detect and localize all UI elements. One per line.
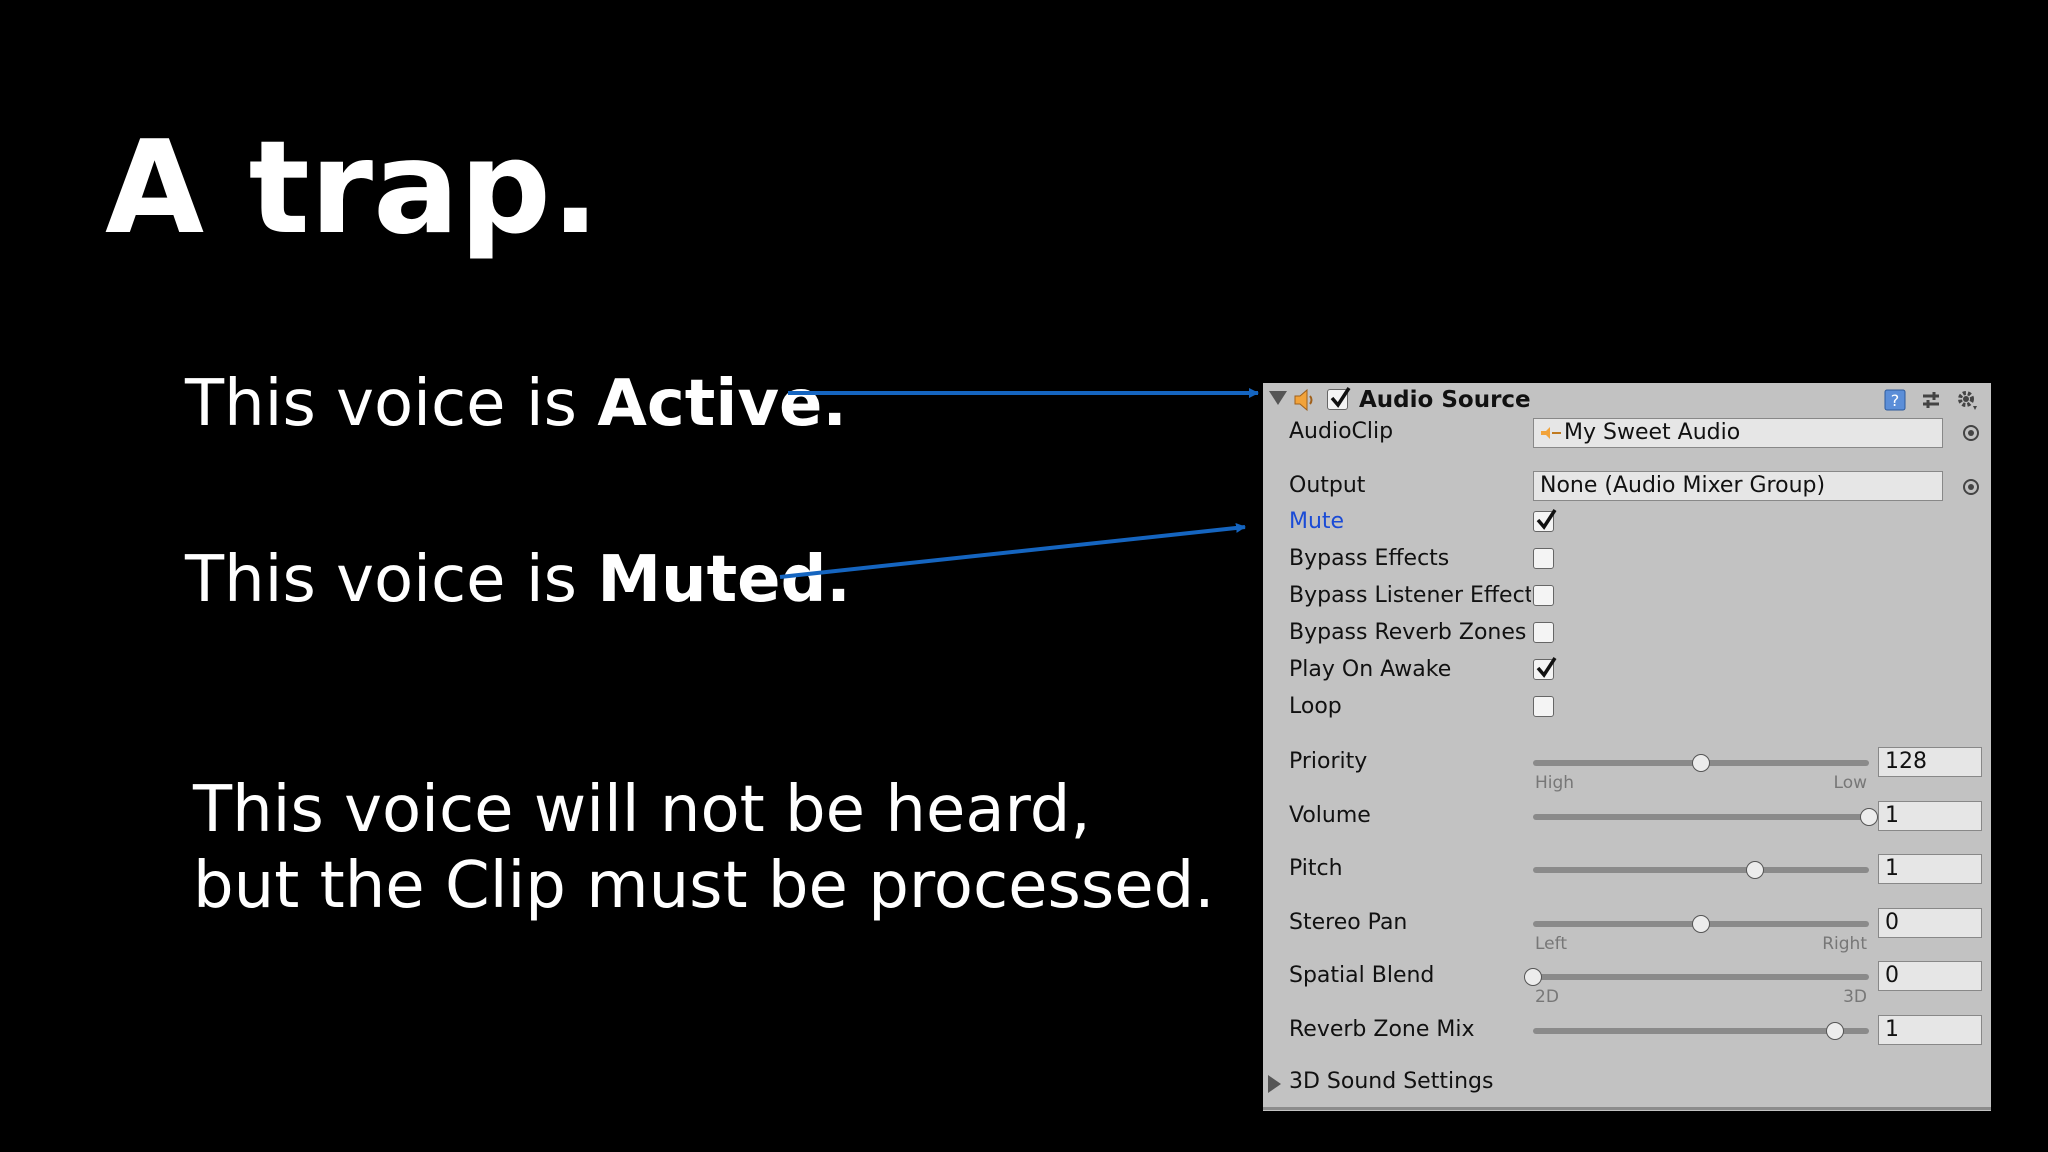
audioclip-value: My Sweet Audio [1564,420,1741,445]
pitch-label: Pitch [1289,856,1343,881]
loop-checkbox[interactable] [1533,696,1554,717]
stereo-pan-label: Stereo Pan [1289,910,1408,935]
output-label: Output [1289,473,1366,498]
help-book-icon[interactable]: ? [1883,388,1907,412]
speaker-icon [1294,388,1313,412]
priority-min-label: High [1535,773,1575,793]
spatial-blend-max-label: 3D [1843,987,1867,1007]
component-header: Audio Source ? [1263,383,1991,417]
checkmark-icon [1330,387,1351,408]
component-title: Audio Source [1359,387,1531,413]
sound-3d-settings-foldout[interactable]: 3D Sound Settings [1289,1069,1493,1094]
mute-checkbox[interactable] [1533,509,1557,532]
mute-label: Mute [1289,509,1345,534]
pitch-slider-track[interactable] [1533,867,1869,873]
audioclip-label: AudioClip [1289,419,1394,444]
preset-icon[interactable] [1919,388,1943,412]
panel-bottom-border [1263,1107,1991,1110]
bypass-reverb-zones-label: Bypass Reverb Zones [1289,620,1527,645]
pitch-slider-thumb[interactable] [1745,861,1764,879]
play-on-awake-label: Play On Awake [1289,657,1452,682]
reverb-zone-mix-slider-track[interactable] [1533,1028,1869,1034]
svg-text:?: ? [1891,391,1900,410]
spatial-blend-min-label: 2D [1535,987,1559,1007]
audio-clip-icon [1541,427,1561,439]
output-picker-icon[interactable] [1963,479,1979,495]
spatial-blend-slider-thumb[interactable] [1524,968,1542,986]
audioclip-picker-icon[interactable] [1963,425,1979,441]
stereo-pan-min-label: Left [1535,934,1567,954]
stereo-pan-value-field[interactable]: 0 [1878,908,1982,938]
spatial-blend-label: Spatial Blend [1289,963,1435,988]
stereo-pan-max-label: Right [1822,934,1867,954]
foldout-arrow-icon[interactable] [1268,1075,1281,1093]
bypass-effects-label: Bypass Effects [1289,546,1450,571]
spatial-blend-value-field[interactable]: 0 [1878,961,1982,991]
play-on-awake-checkbox[interactable] [1533,657,1557,680]
priority-slider-thumb[interactable] [1692,754,1710,772]
reverb-zone-mix-slider-thumb[interactable] [1826,1022,1845,1040]
priority-value-field[interactable]: 128 [1878,747,1982,777]
audioclip-field[interactable]: My Sweet Audio [1533,418,1943,448]
gear-icon[interactable] [1955,388,1979,412]
checkmark-icon [1536,657,1557,678]
bypass-listener-effects-label: Bypass Listener Effects [1289,583,1531,608]
volume-slider-thumb[interactable] [1860,808,1878,826]
priority-label: Priority [1289,749,1368,774]
audio-source-inspector: Audio Source ? AudioClip My Sweet Audio Ou… [1263,383,1991,1111]
bypass-effects-checkbox[interactable] [1533,548,1554,569]
pitch-value-field[interactable]: 1 [1878,854,1982,884]
reverb-zone-mix-label: Reverb Zone Mix [1289,1017,1475,1042]
priority-max-label: Low [1833,773,1867,793]
checkmark-icon [1536,509,1557,530]
reverb-zone-mix-value-field[interactable]: 1 [1878,1015,1982,1045]
bypass-reverb-zones-checkbox[interactable] [1533,622,1554,643]
spatial-blend-slider-track[interactable] [1533,974,1869,980]
volume-slider-track[interactable] [1533,814,1869,820]
bypass-listener-effects-checkbox[interactable] [1533,585,1554,606]
volume-value-field[interactable]: 1 [1878,801,1982,831]
output-field[interactable]: None (Audio Mixer Group) [1533,471,1943,501]
volume-label: Volume [1289,803,1371,828]
muted-arrow [779,522,1246,579]
component-enabled-checkbox[interactable] [1327,387,1351,410]
stereo-pan-slider-thumb[interactable] [1692,915,1710,933]
loop-label: Loop [1289,694,1342,719]
fold-arrow-icon[interactable] [1269,391,1287,405]
